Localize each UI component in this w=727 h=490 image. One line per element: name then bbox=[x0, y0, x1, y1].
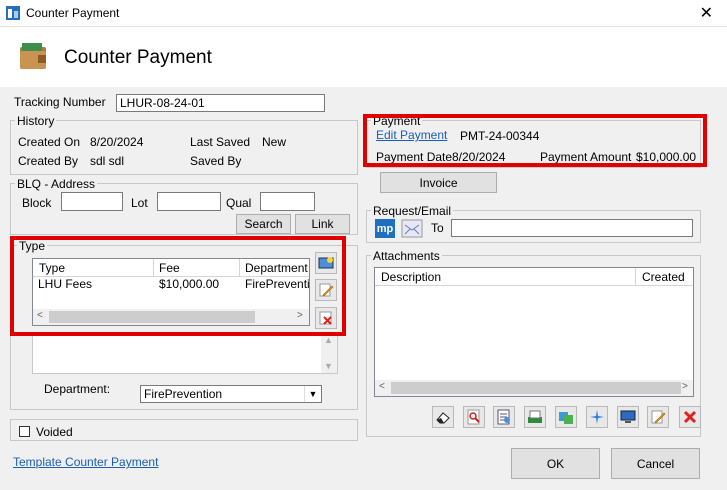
scroll-down-icon[interactable]: ▼ bbox=[324, 361, 333, 371]
attachments-list[interactable]: Description Created < > bbox=[374, 267, 694, 397]
last-saved-label: Last Saved bbox=[190, 135, 251, 149]
email-to-field[interactable] bbox=[451, 219, 693, 237]
transfer-button[interactable] bbox=[555, 406, 577, 428]
pencil-icon bbox=[651, 410, 666, 424]
ok-button[interactable]: OK bbox=[511, 448, 600, 479]
transfer-icon bbox=[559, 412, 573, 424]
page-title: Counter Payment bbox=[64, 47, 212, 68]
close-icon[interactable]: ✕ bbox=[700, 3, 713, 23]
eraser-button[interactable] bbox=[432, 406, 454, 428]
column-created[interactable]: Created bbox=[642, 270, 685, 284]
created-by-value: sdl sdl bbox=[90, 154, 125, 168]
department-value: FirePrevention bbox=[144, 387, 223, 401]
attachments-group-title: Attachments bbox=[371, 249, 442, 263]
monitor-button[interactable] bbox=[617, 406, 639, 428]
scanner-icon bbox=[528, 410, 542, 423]
last-saved-value: New bbox=[262, 135, 287, 149]
document-view-icon bbox=[497, 409, 510, 425]
voided-checkbox[interactable] bbox=[19, 426, 30, 437]
find-attachment-button[interactable] bbox=[463, 406, 485, 428]
notes-vscrollbar[interactable]: ▲ ▼ bbox=[321, 335, 337, 373]
title-bar: Counter Payment ✕ bbox=[0, 0, 727, 27]
scroll-thumb[interactable] bbox=[391, 382, 681, 394]
wallet-icon bbox=[20, 43, 46, 69]
attachments-hscrollbar[interactable]: < > bbox=[375, 380, 693, 396]
view-attachment-button[interactable] bbox=[493, 406, 515, 428]
template-counter-payment-link[interactable]: Template Counter Payment bbox=[13, 455, 158, 469]
created-by-label: Created By bbox=[18, 154, 79, 168]
history-group-title: History bbox=[15, 114, 57, 128]
delete-attachment-button[interactable] bbox=[679, 406, 701, 428]
type-notes-area[interactable]: ▲ ▼ bbox=[32, 334, 338, 374]
lot-field[interactable] bbox=[157, 192, 221, 211]
header-banner: Counter Payment bbox=[0, 27, 727, 87]
block-field[interactable] bbox=[61, 192, 123, 211]
voided-label: Voided bbox=[36, 425, 73, 439]
payment-highlight-box bbox=[363, 114, 707, 167]
scroll-up-icon[interactable]: ▲ bbox=[324, 335, 333, 345]
sparkle-icon bbox=[590, 410, 604, 424]
monitor-icon bbox=[620, 410, 636, 423]
blq-address-group-title: BLQ - Address bbox=[15, 177, 98, 191]
app-icon bbox=[6, 6, 20, 20]
chevron-down-icon[interactable]: ▼ bbox=[304, 386, 321, 402]
request-email-group-title: Request/Email bbox=[371, 204, 454, 218]
attachments-list-header: Description Created bbox=[375, 268, 693, 286]
block-label: Block bbox=[22, 196, 52, 210]
mp-icon[interactable]: mp bbox=[375, 219, 395, 238]
cancel-button[interactable]: Cancel bbox=[611, 448, 700, 479]
search-button[interactable]: Search bbox=[236, 214, 291, 234]
scroll-left-icon[interactable]: < bbox=[379, 381, 385, 392]
created-on-value: 8/20/2024 bbox=[90, 135, 144, 149]
window-title: Counter Payment bbox=[26, 6, 120, 20]
eraser-icon bbox=[436, 412, 450, 424]
department-select[interactable]: FirePrevention ▼ bbox=[140, 385, 322, 403]
edit-attachment-button[interactable] bbox=[647, 406, 669, 428]
magnify-icon bbox=[467, 409, 480, 425]
saved-by-label: Saved By bbox=[190, 154, 242, 168]
invoice-button[interactable]: Invoice bbox=[380, 172, 497, 193]
sparkle-button[interactable] bbox=[586, 406, 608, 428]
link-button[interactable]: Link bbox=[295, 214, 350, 234]
scan-button[interactable] bbox=[524, 406, 546, 428]
department-label: Department: bbox=[44, 382, 111, 396]
qual-field[interactable] bbox=[260, 192, 315, 211]
to-label: To bbox=[431, 221, 444, 235]
lot-label: Lot bbox=[131, 196, 148, 210]
type-highlight-box bbox=[10, 236, 346, 336]
email-icon[interactable] bbox=[401, 219, 423, 238]
tracking-number-label: Tracking Number bbox=[14, 95, 106, 109]
created-on-label: Created On bbox=[18, 135, 81, 149]
column-description[interactable]: Description bbox=[381, 270, 441, 284]
scroll-right-icon[interactable]: > bbox=[682, 381, 688, 392]
delete-icon bbox=[683, 410, 697, 424]
tracking-number-field[interactable]: LHUR-08-24-01 bbox=[116, 94, 325, 112]
qual-label: Qual bbox=[226, 196, 252, 210]
